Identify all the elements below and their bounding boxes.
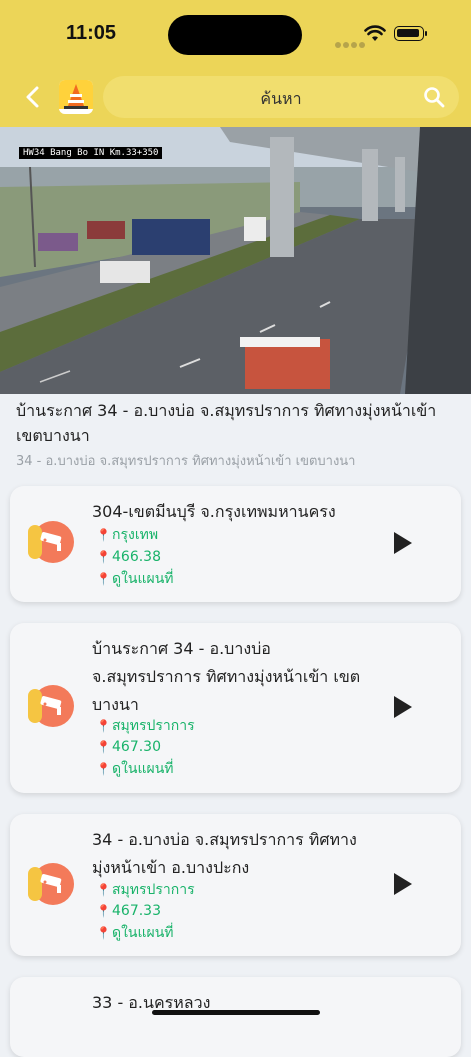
current-camera-info: บ้านระกาศ 34 - อ.บางบ่อ จ.สมุทรปราการ ทิ…	[0, 394, 471, 469]
location-pin-icon: 📍	[96, 528, 111, 542]
play-icon[interactable]	[394, 696, 412, 718]
status-time: 11:05	[66, 22, 117, 44]
km-row: 📍467.30	[96, 736, 161, 758]
dynamic-island	[168, 15, 302, 55]
search-bar[interactable]: ค้นหา	[103, 76, 459, 118]
province-text: สมุทรปราการ	[112, 718, 195, 734]
view-map-link[interactable]: 📍ดูในแผนที่	[96, 568, 174, 590]
km-text: 466.38	[112, 549, 161, 565]
camera-list-item[interactable]: 34 - อ.บางบ่อ จ.สมุทรปราการ ทิศทางมุ่งหน…	[10, 814, 461, 956]
camera-list-item[interactable]: บ้านระกาศ 34 - อ.บางบ่อ จ.สมุทรปราการ ทิ…	[10, 623, 461, 793]
current-camera-subtitle: 34 - อ.บางบ่อ จ.สมุทรปราการ ทิศทางมุ่งหน…	[16, 454, 356, 469]
map-pin-icon: 📍	[96, 572, 111, 586]
play-icon[interactable]	[394, 873, 412, 895]
map-pin-icon: 📍	[96, 926, 111, 940]
play-icon[interactable]	[394, 532, 412, 554]
location-pin-icon: 📍	[96, 883, 111, 897]
view-map-link[interactable]: 📍ดูในแผนที่	[96, 922, 174, 944]
cctv-camera-icon	[28, 685, 74, 727]
battery-icon	[394, 26, 427, 41]
km-text: 467.33	[112, 903, 161, 919]
cctv-camera-icon	[28, 863, 74, 905]
search-icon[interactable]	[423, 86, 445, 108]
camera-list-item[interactable]: 304-เขตมีนบุรี จ.กรุงเทพมหานครง 📍กรุงเทพ…	[10, 486, 461, 602]
app-header: 11:05 ค้นหา	[0, 0, 471, 127]
view-map-text: ดูในแผนที่	[112, 925, 174, 941]
camera-title: บ้านระกาศ 34 - อ.บางบ่อ จ.สมุทรปราการ ทิ…	[92, 639, 361, 714]
wifi-icon	[364, 25, 386, 41]
province-row: 📍สมุทรปราการ	[96, 715, 195, 737]
camera-label: HW34 Bang Bo IN Km.33+350	[19, 147, 163, 159]
province-text: สมุทรปราการ	[112, 882, 195, 898]
province-row: 📍กรุงเทพ	[96, 524, 158, 546]
view-map-text: ดูในแผนที่	[112, 761, 174, 777]
cellular-signal-icon	[335, 33, 367, 52]
map-pin-icon: 📍	[96, 904, 111, 918]
view-map-link[interactable]: 📍ดูในแผนที่	[96, 758, 174, 780]
camera-feed-image	[0, 127, 471, 394]
camera-title: 34 - อ.บางบ่อ จ.สมุทรปราการ ทิศทางมุ่งหน…	[92, 830, 357, 877]
location-pin-icon: 📍	[96, 719, 111, 733]
km-row: 📍466.38	[96, 546, 161, 568]
camera-list-item[interactable]: 33 - อ.นครหลวง	[10, 977, 461, 1057]
map-pin-icon: 📍	[96, 762, 111, 776]
app-logo	[59, 80, 93, 114]
home-indicator	[152, 1010, 320, 1015]
province-text: กรุงเทพ	[112, 527, 159, 543]
km-text: 467.30	[112, 739, 161, 755]
camera-video-view[interactable]: HW34 Bang Bo IN Km.33+350	[0, 127, 471, 394]
province-row: 📍สมุทรปราการ	[96, 879, 195, 901]
map-pin-icon: 📍	[96, 740, 111, 754]
back-arrow-icon[interactable]	[22, 85, 44, 109]
current-camera-title: บ้านระกาศ 34 - อ.บางบ่อ จ.สมุทรปราการ ทิ…	[16, 401, 437, 445]
view-map-text: ดูในแผนที่	[112, 571, 174, 587]
camera-title: 304-เขตมีนบุรี จ.กรุงเทพมหานครง	[92, 502, 336, 521]
map-pin-icon: 📍	[96, 550, 111, 564]
cctv-camera-icon	[28, 521, 74, 563]
search-label: ค้นหา	[260, 89, 302, 108]
km-row: 📍467.33	[96, 900, 161, 922]
